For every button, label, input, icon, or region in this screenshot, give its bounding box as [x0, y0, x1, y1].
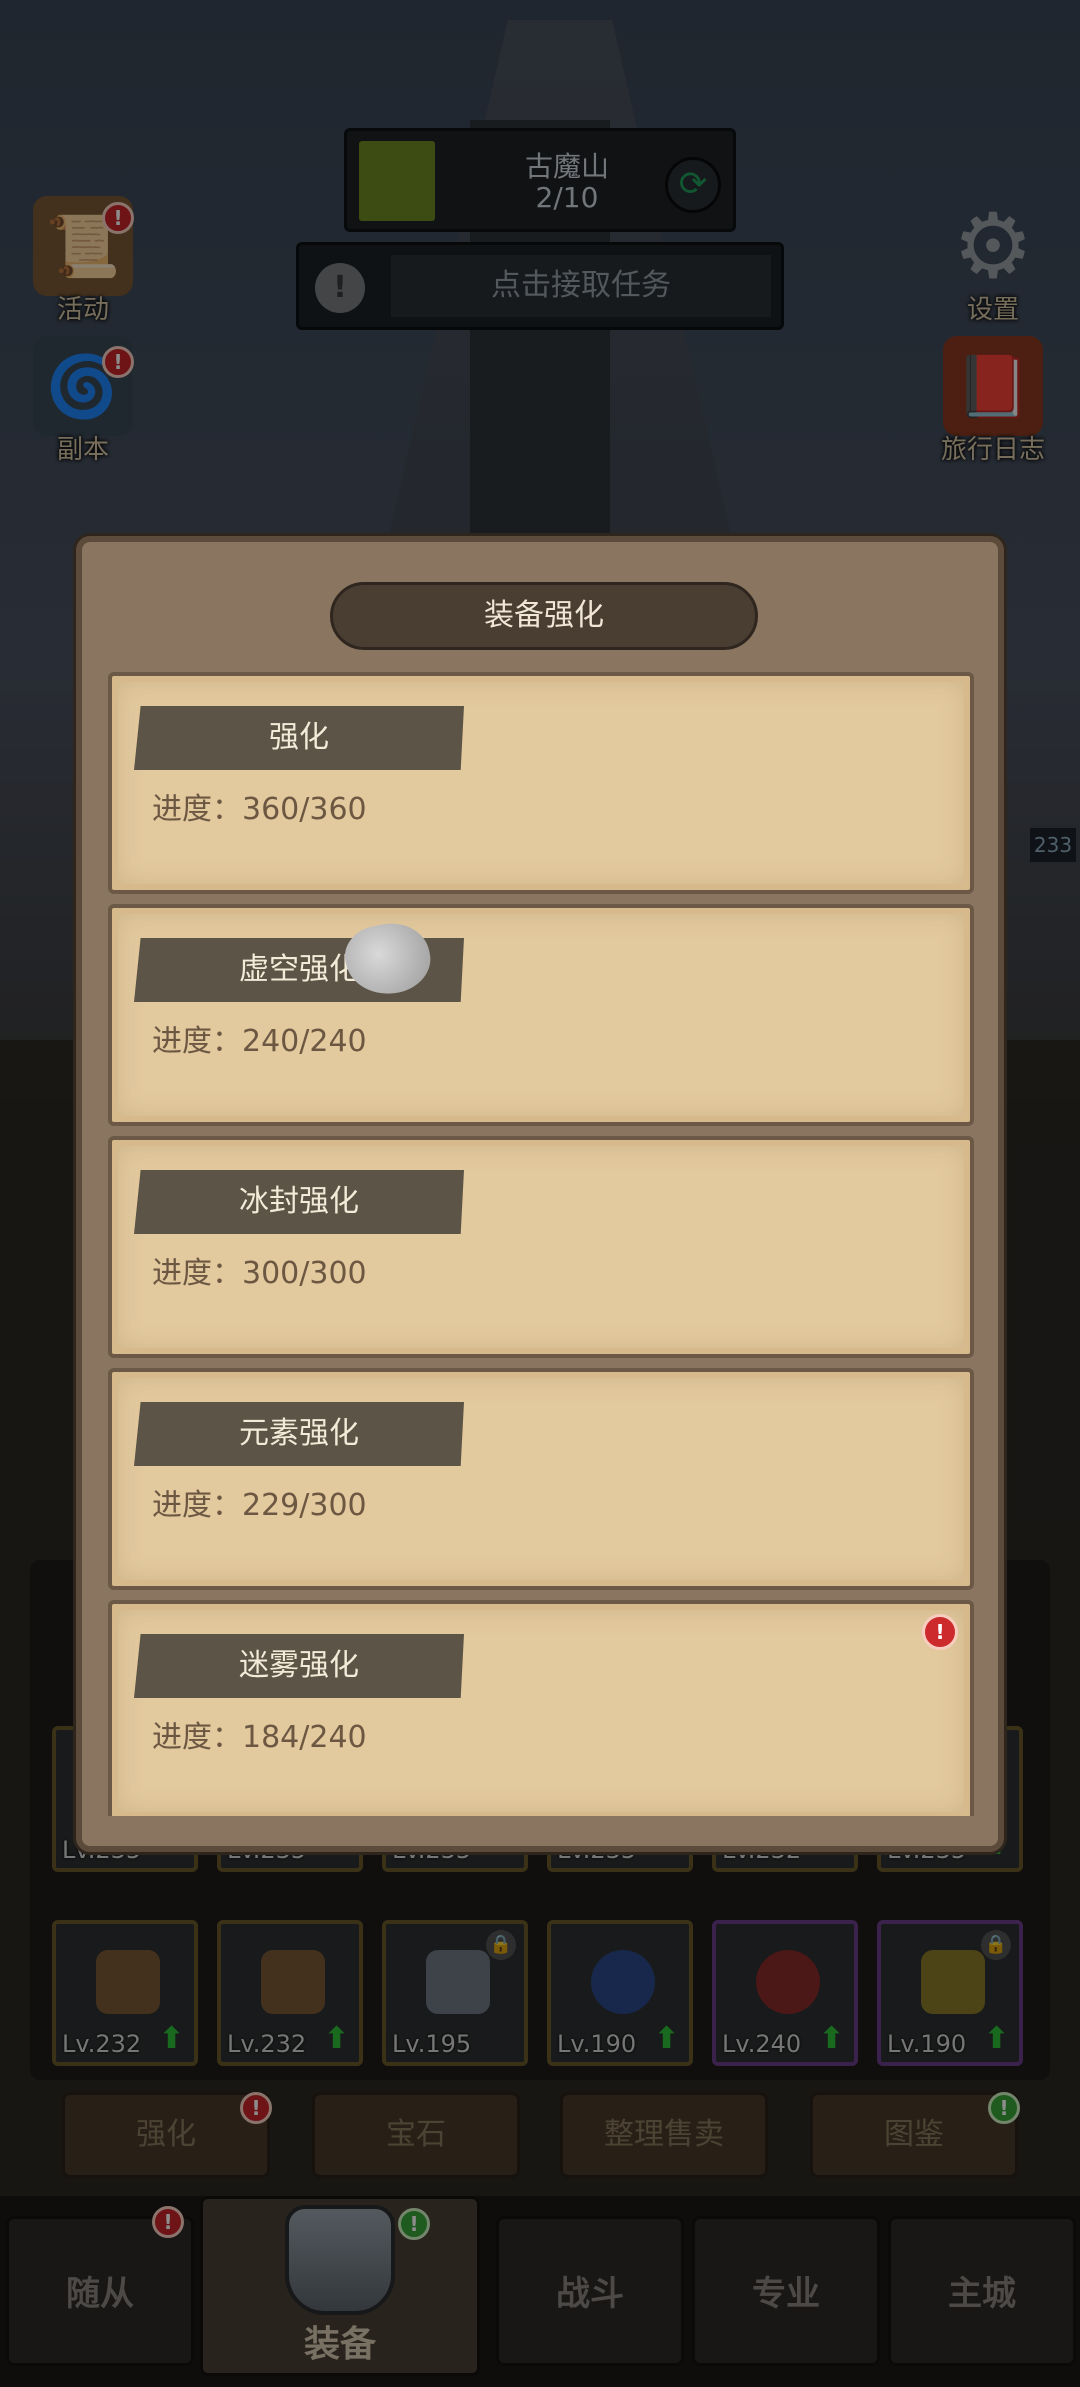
enhance-card[interactable]: 元素强化 进度：229/300 — [108, 1368, 974, 1590]
enhance-card[interactable]: 迷雾强化 进度：184/240 ! — [108, 1600, 974, 1816]
card-title: 元素强化 — [134, 1402, 464, 1466]
card-progress: 进度：240/240 — [152, 1024, 367, 1059]
card-title: 冰封强化 — [134, 1170, 464, 1234]
card-progress: 进度：229/300 — [152, 1488, 367, 1523]
alert-icon: ! — [922, 1614, 958, 1650]
enhance-card[interactable]: 冰封强化 进度：300/300 — [108, 1136, 974, 1358]
card-title: 强化 — [134, 706, 464, 770]
card-progress: 进度：184/240 — [152, 1720, 367, 1755]
modal-title: 装备强化 — [330, 582, 758, 650]
enhance-list[interactable]: 强化 进度：360/360 虚空强化 进度：240/240 冰封强化 进度：30… — [108, 672, 974, 1816]
enhance-card[interactable]: 虚空强化 进度：240/240 — [108, 904, 974, 1126]
enhance-card[interactable]: 强化 进度：360/360 — [108, 672, 974, 894]
enhance-modal: 装备强化 强化 进度：360/360 虚空强化 进度：240/240 冰封强化 … — [76, 536, 1004, 1852]
card-progress: 进度：300/300 — [152, 1256, 367, 1291]
card-progress: 进度：360/360 — [152, 792, 367, 827]
card-title: 迷雾强化 — [134, 1634, 464, 1698]
